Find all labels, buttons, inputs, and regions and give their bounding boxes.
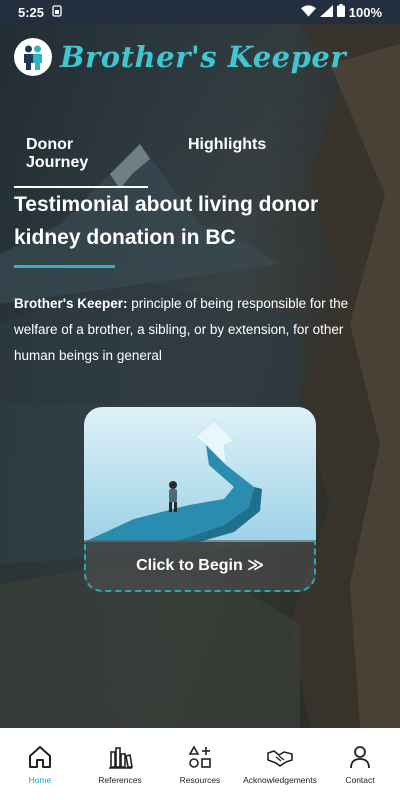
tab-highlights[interactable]: Highlights: [176, 130, 278, 188]
begin-card[interactable]: Click to Begin ≫: [84, 407, 316, 592]
nav-references-label: References: [98, 775, 142, 785]
battery-percent: 100%: [348, 4, 382, 20]
nav-contact-label: Contact: [345, 775, 375, 785]
brand-logo: [14, 38, 52, 76]
battery-icon: [336, 4, 345, 20]
home-icon: [29, 746, 51, 768]
nav-home[interactable]: Home: [0, 728, 80, 800]
brand-header: Brother's Keeper: [14, 38, 346, 76]
two-people-icon: [24, 45, 42, 70]
path-arrow-illustration: [84, 407, 316, 542]
brand-name: Brother's Keeper: [60, 40, 347, 74]
click-to-begin-button[interactable]: Click to Begin ≫: [84, 540, 316, 592]
signal-icon: [319, 4, 333, 20]
sim-icon: [52, 4, 62, 20]
nav-home-label: Home: [28, 775, 52, 785]
nav-references[interactable]: References: [80, 728, 160, 800]
accent-divider: [14, 265, 115, 268]
person-icon: [350, 746, 370, 769]
wifi-icon: [300, 4, 316, 20]
status-time: 5:25: [18, 4, 45, 20]
shapes-icon: [188, 745, 211, 768]
bottom-navigation: Home References Resources Acknowledgemen…: [0, 728, 400, 800]
page-headline: Testimonial about living donor kidney do…: [14, 193, 319, 249]
nav-acknowledgements-label: Acknowledgements: [243, 775, 317, 785]
nav-resources-label: Resources: [179, 775, 221, 785]
books-icon: [109, 747, 133, 769]
tab-donor-journey[interactable]: Donor Journey: [14, 130, 148, 188]
definition-text: Brother's Keeper: principle of being res…: [14, 291, 386, 369]
status-bar: 5:25 100%: [0, 0, 400, 24]
nav-contact[interactable]: Contact: [320, 728, 400, 800]
definition-term: Brother's Keeper:: [14, 296, 128, 311]
nav-acknowledgements[interactable]: Acknowledgements: [240, 728, 320, 800]
handshake-icon: [267, 750, 293, 767]
nav-resources[interactable]: Resources: [160, 728, 240, 800]
tab-bar: Donor Journey Highlights: [14, 130, 278, 188]
